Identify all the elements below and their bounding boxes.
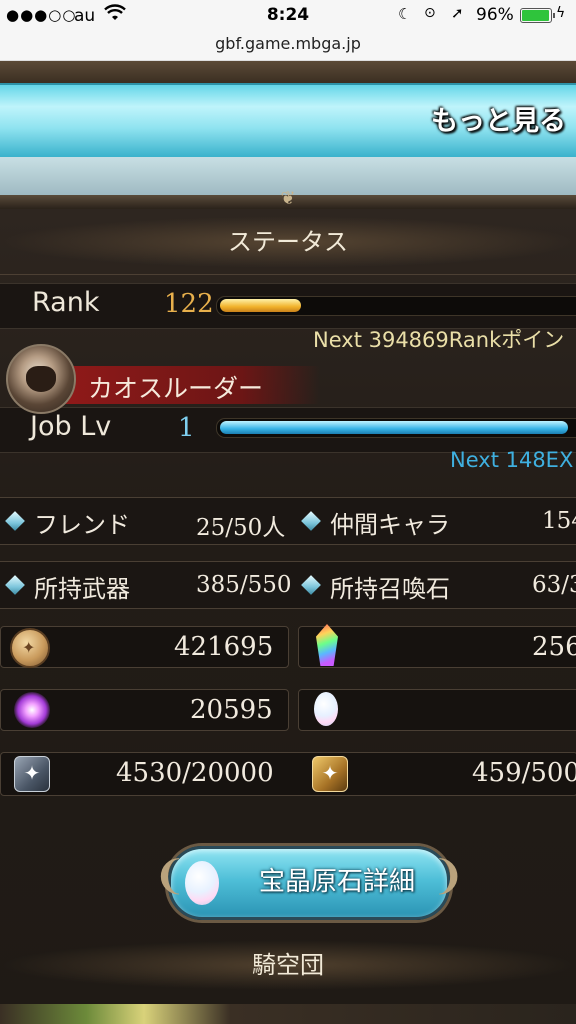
gemstone-box [298, 689, 576, 731]
rupie-value: 421695 [174, 632, 274, 662]
rank-label: Rank [32, 287, 100, 318]
casino-chip-icon: ✦ [14, 756, 50, 792]
friends-value: 25/50人 [196, 515, 286, 541]
gold-value: 459/500 [472, 758, 576, 788]
rank-value: 122 [164, 289, 214, 319]
more-button[interactable]: もっと見る [431, 99, 566, 138]
job-level-label: Job Lv [30, 411, 112, 442]
ornament-icon: ❦ [280, 188, 296, 209]
crew-banner-image[interactable] [0, 1004, 576, 1024]
silver-value: 4530/20000 [116, 758, 274, 788]
weapons-label: 所持武器 [34, 575, 130, 603]
gemstone-detail-label: 宝晶原石詳細 [258, 867, 415, 897]
rank-progress-fill [220, 299, 301, 312]
gold-star-icon: ✦ [312, 756, 348, 792]
battery-icon [520, 8, 555, 23]
job-name: カオスルーダー [88, 374, 264, 403]
characters-value: 154 [542, 508, 576, 534]
charging-icon: ϟ [556, 5, 566, 21]
avatar[interactable] [6, 344, 76, 414]
job-exp-progress-fill [220, 421, 568, 434]
rank-next-points: Next 394869Rankポイン [313, 328, 565, 352]
renown-value: 20595 [190, 695, 273, 725]
status-bar: ●●●○○ au 8:24 ☾ ⊙ ➚ 96% ϟ [0, 0, 576, 30]
job-level-value: 1 [178, 413, 195, 443]
characters-label: 仲間キャラ [330, 511, 450, 539]
friends-label: フレンド [34, 511, 130, 539]
crystal-value: 256 [532, 632, 576, 662]
divider [0, 274, 576, 275]
battery-percent: 96% [476, 5, 514, 25]
weapons-value: 385/550 [196, 572, 292, 598]
rotation-lock-icon: ⊙ [424, 5, 436, 21]
rupie-icon: ✦ [10, 628, 50, 668]
job-next-exp: Next 148EX [450, 448, 574, 472]
more-banner: もっと見る [0, 83, 576, 159]
url-bar[interactable]: gbf.game.mbga.jp [0, 30, 576, 61]
do-not-disturb-icon: ☾ [398, 5, 412, 23]
summons-value: 63/3 [532, 572, 576, 598]
ornament-icon: ❩ [431, 853, 465, 899]
renown-icon [14, 692, 50, 728]
summons-label: 所持召喚石 [330, 575, 450, 603]
gemstone-icon [314, 692, 338, 726]
section-heading-status: ステータス [0, 216, 576, 268]
header-frame [0, 61, 576, 83]
section-heading-crew: 騎空団 [0, 940, 576, 990]
gemstone-detail-button[interactable]: ❨ 宝晶原石詳細 ❩ [153, 846, 465, 920]
location-icon: ➚ [451, 4, 464, 22]
